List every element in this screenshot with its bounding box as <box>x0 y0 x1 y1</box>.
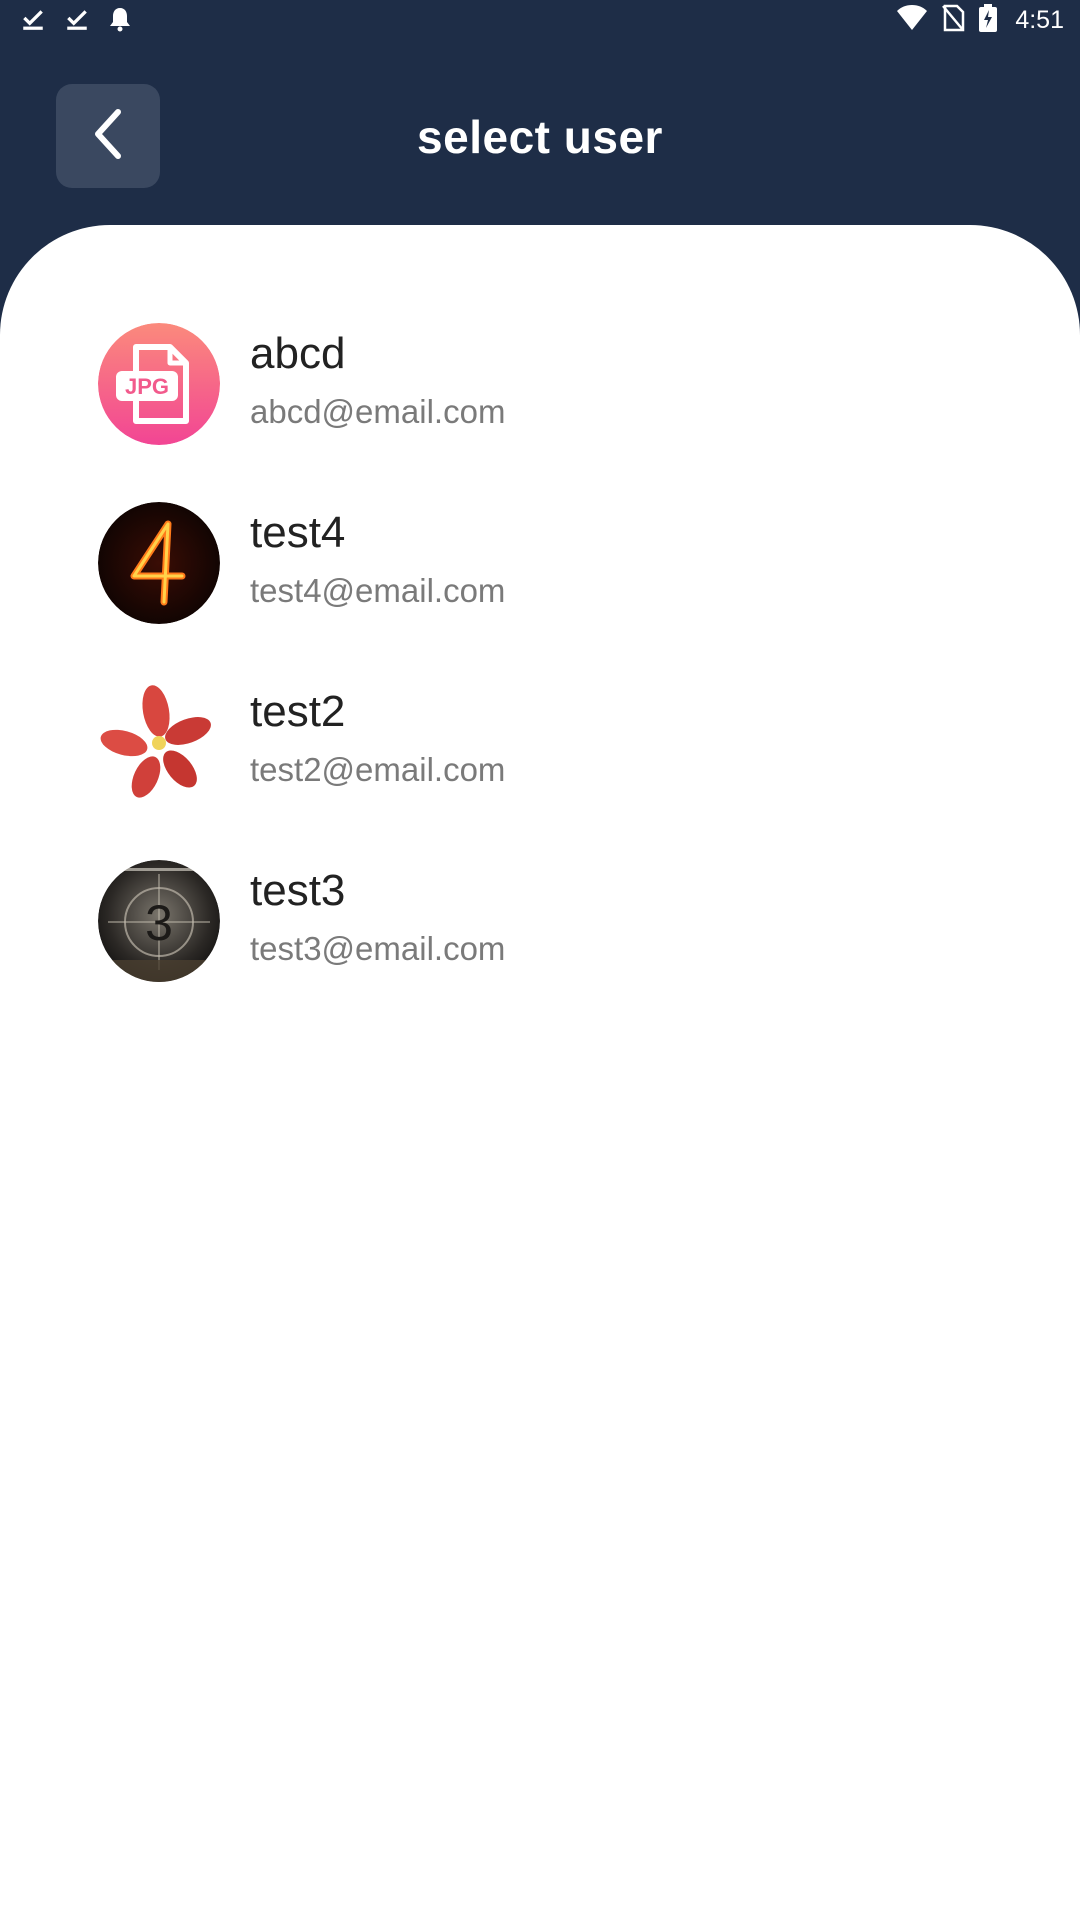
avatar: JPG <box>98 323 220 445</box>
app-bar: select user <box>0 44 1080 224</box>
battery-charging-icon <box>979 4 998 37</box>
user-name: abcd <box>250 329 346 378</box>
number-3-countdown-photo: 3 <box>98 860 220 982</box>
user-name: test3 <box>250 866 346 915</box>
svg-text:3: 3 <box>145 895 173 951</box>
download-done-icon <box>20 6 46 37</box>
status-left-icons <box>20 6 132 37</box>
screen: 4:51 select user JPG abcd abcd@email.com… <box>0 0 1080 1920</box>
avatar: 3 <box>98 860 220 982</box>
number-4-fire-photo <box>98 502 220 624</box>
user-email: abcd@email.com <box>250 393 506 430</box>
user-email: test2@email.com <box>250 751 506 788</box>
content-sheet: JPG abcd abcd@email.com test4 test4@emai… <box>0 225 1080 1920</box>
user-name: test4 <box>250 508 346 557</box>
status-right-icons: 4:51 <box>897 4 1064 37</box>
status-time: 4:51 <box>1015 6 1064 34</box>
red-flower-photo <box>98 681 220 803</box>
user-list: JPG abcd abcd@email.com test4 test4@emai… <box>98 323 1040 1039</box>
jpg-file-icon: JPG <box>98 323 220 445</box>
avatar <box>98 681 220 803</box>
user-email: test3@email.com <box>250 930 506 967</box>
notification-bell-icon <box>108 6 132 37</box>
status-bar: 4:51 <box>0 0 1080 44</box>
download-done-icon <box>64 6 90 37</box>
svg-text:JPG: JPG <box>125 374 169 399</box>
user-list-item[interactable]: test4 test4@email.com <box>98 502 1040 681</box>
avatar <box>98 502 220 624</box>
no-sim-icon <box>941 4 965 37</box>
wifi-icon <box>897 5 928 36</box>
user-list-item[interactable]: 3 test3 test3@email.com <box>98 860 1040 1039</box>
page-title: select user <box>417 111 663 163</box>
user-name: test2 <box>250 687 346 736</box>
user-email: test4@email.com <box>250 572 506 609</box>
user-list-item[interactable]: JPG abcd abcd@email.com <box>98 323 1040 502</box>
user-list-item[interactable]: test2 test2@email.com <box>98 681 1040 860</box>
